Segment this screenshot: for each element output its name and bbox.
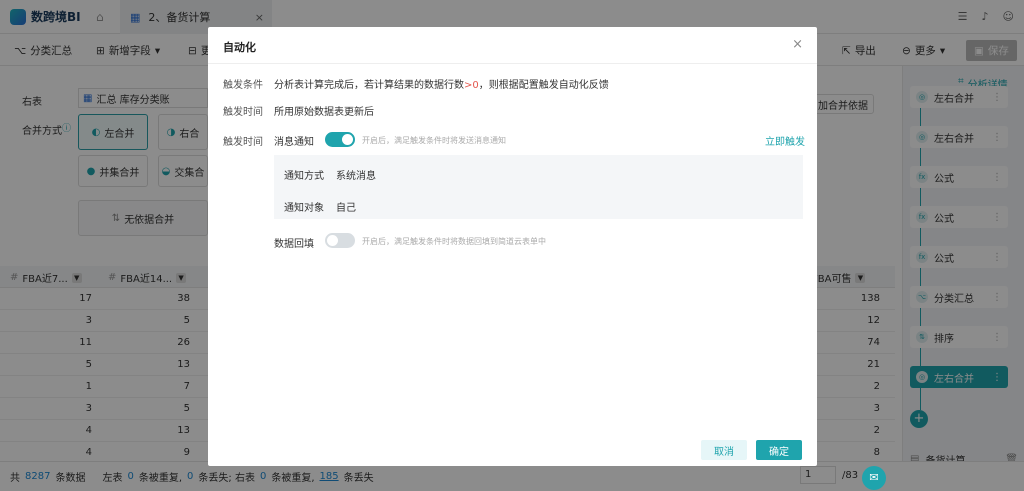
trigger-label: 触发时间 (223, 137, 263, 148)
trigger-condition-op: >0 (464, 80, 479, 91)
writeback-hint: 开启后，满足触发条件时将数据回填到简道云表单中 (362, 237, 546, 246)
writeback-label: 数据回填 (274, 239, 314, 250)
automation-dialog: 自动化 × 触发条件 分析表计算完成后，若计算结果的数据行数>0，则根据配置触发… (208, 27, 817, 466)
notify-toggle[interactable] (325, 132, 355, 147)
notify-hint: 开启后，满足触发条件时将发送消息通知 (362, 136, 506, 145)
close-icon[interactable]: × (792, 37, 803, 52)
cancel-label: 取消 (714, 446, 734, 458)
cancel-button[interactable]: 取消 (701, 440, 747, 460)
trigger-condition-suffix: ，则根据配置触发自动化反馈 (478, 80, 609, 91)
notify-method-label: 通知方式 (284, 171, 324, 182)
dialog-title: 自动化 (223, 41, 256, 54)
chat-support-icon[interactable]: ✉ (862, 466, 886, 490)
writeback-toggle[interactable] (325, 233, 355, 248)
trigger-condition-prefix: 分析表计算完成后，若计算结果的数据行数 (274, 80, 464, 91)
notify-target-label: 通知对象 (284, 203, 324, 214)
confirm-button[interactable]: 确定 (756, 440, 802, 460)
divider (208, 63, 817, 64)
trigger-time-value: 所用原始数据表更新后 (274, 107, 374, 118)
trigger-now-link[interactable]: 立即触发 (765, 133, 805, 148)
confirm-label: 确定 (769, 446, 789, 458)
notify-label: 消息通知 (274, 137, 314, 148)
trigger-condition-label: 触发条件 (223, 80, 263, 91)
toggle-knob (342, 134, 353, 145)
notify-method-value[interactable]: 系统消息 (336, 167, 376, 182)
trigger-condition-text: 分析表计算完成后，若计算结果的数据行数>0，则根据配置触发自动化反馈 (274, 76, 609, 91)
notify-settings-box: 通知方式 系统消息 通知对象 自己 (274, 155, 803, 219)
toggle-knob (327, 235, 338, 246)
notify-target-value[interactable]: 自己 (336, 199, 356, 214)
trigger-time-label: 触发时间 (223, 107, 263, 118)
